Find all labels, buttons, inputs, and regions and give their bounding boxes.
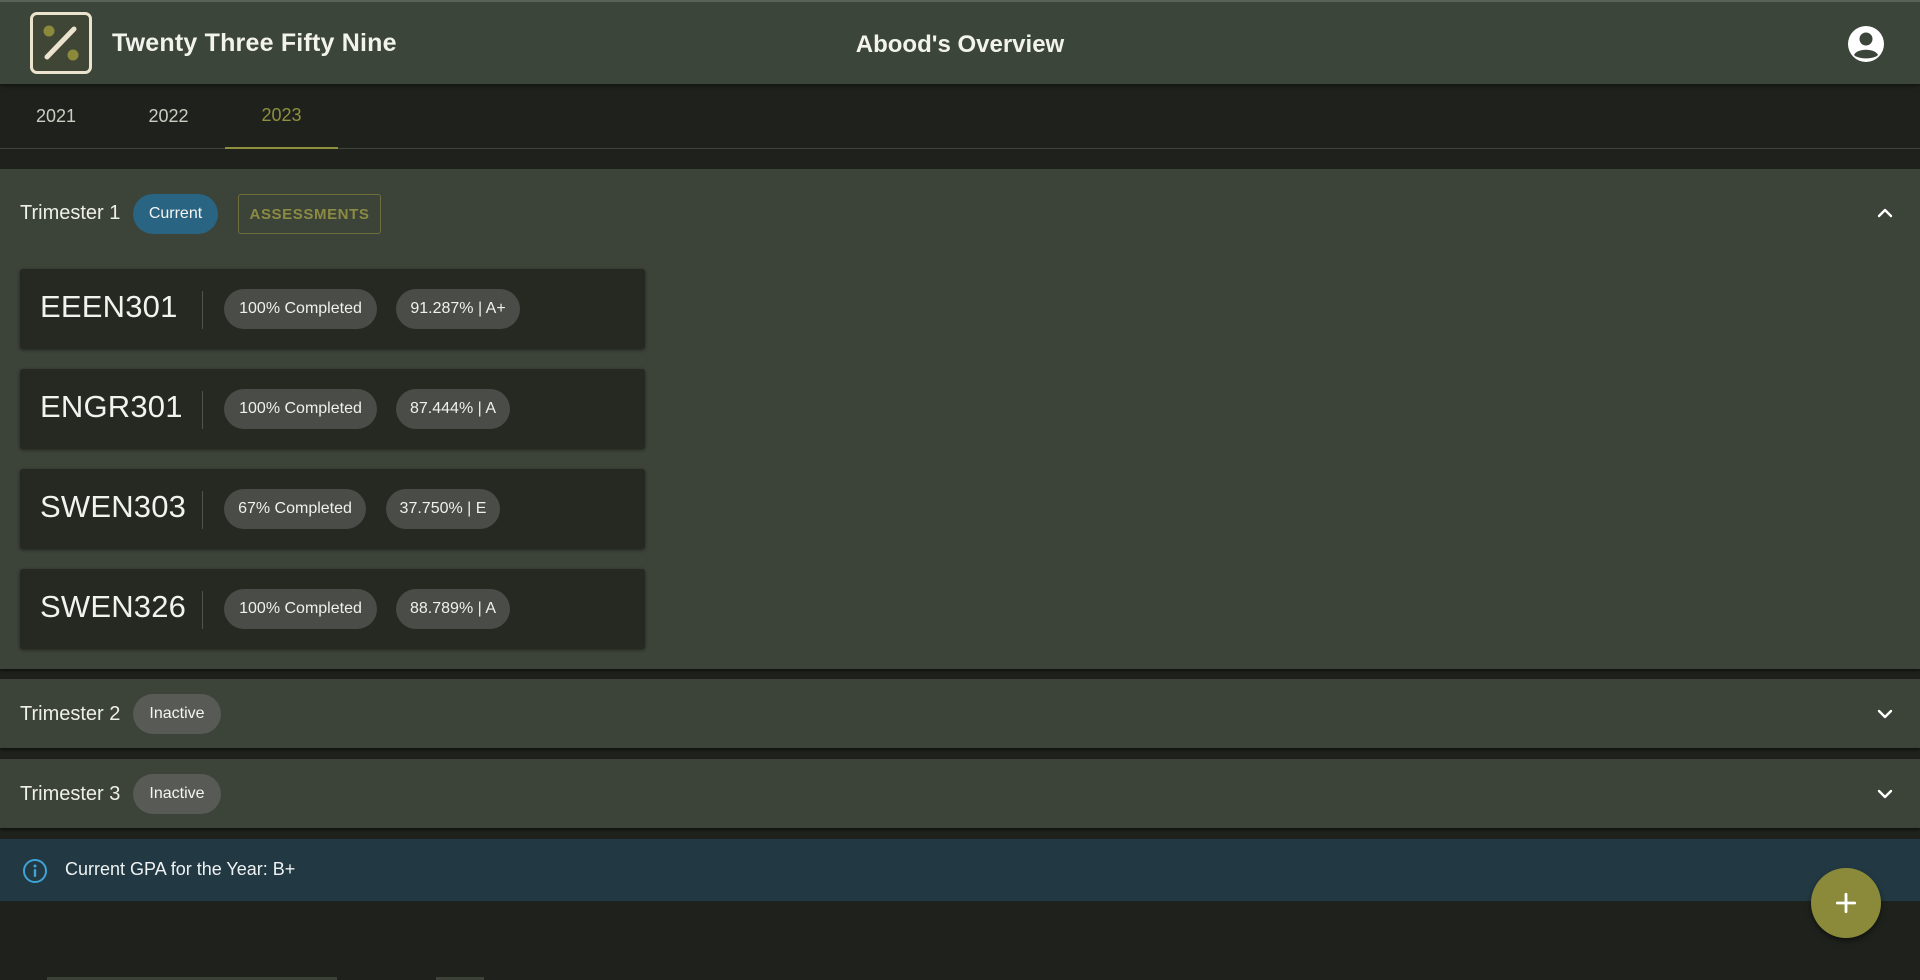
gpa-alert: Current GPA for the Year: B+ [0, 839, 1920, 901]
divider [202, 391, 203, 429]
course-card[interactable]: SWEN303 67% Completed 37.750% | E [20, 469, 645, 549]
tab-2023[interactable]: 2023 [225, 84, 338, 149]
chevron-up-icon[interactable] [1873, 201, 1897, 225]
chevron-down-icon[interactable] [1873, 782, 1897, 806]
completion-pill: 100% Completed [224, 589, 377, 629]
divider [202, 491, 203, 529]
grade-pill: 37.750% | E [386, 489, 500, 529]
trimester-1-panel: Trimester 1 Current ASSESSMENTS EEEN301 … [0, 169, 1920, 669]
grade-pill: 87.444% | A [396, 389, 510, 429]
trimester-label: Trimester 2 [20, 703, 121, 725]
plus-icon [1835, 892, 1857, 914]
course-card[interactable]: SWEN326 100% Completed 88.789% | A [20, 569, 645, 649]
trimester-2-panel[interactable]: Trimester 2 Inactive [0, 679, 1920, 748]
grade-pill: 88.789% | A [396, 589, 510, 629]
gpa-text: Current GPA for the Year: B+ [65, 859, 296, 879]
divider [202, 291, 203, 329]
completion-pill: 100% Completed [224, 389, 377, 429]
divider [202, 591, 203, 629]
trimester-label: Trimester 3 [20, 783, 121, 805]
status-badge: Inactive [133, 774, 221, 814]
completion-pill: 67% Completed [224, 489, 366, 529]
grade-pill: 91.287% | A+ [396, 289, 520, 329]
course-card[interactable]: ENGR301 100% Completed 87.444% | A [20, 369, 645, 449]
add-button[interactable] [1811, 868, 1881, 938]
app-bar: Twenty Three Fifty Nine Abood's Overview [0, 0, 1920, 84]
app-name: Twenty Three Fifty Nine [112, 29, 397, 57]
tab-2021[interactable]: 2021 [0, 84, 112, 148]
assessments-button[interactable]: ASSESSMENTS [238, 194, 381, 234]
info-icon [23, 859, 47, 883]
status-badge: Current [133, 194, 218, 234]
percent-logo-icon[interactable] [30, 12, 92, 74]
year-tabs: 2021 2022 2023 [0, 84, 1920, 149]
trimester-2-header[interactable]: Trimester 2 Inactive [0, 679, 1920, 748]
trimester-3-header[interactable]: Trimester 3 Inactive [0, 759, 1920, 828]
status-badge: Inactive [133, 694, 221, 734]
course-card[interactable]: EEEN301 100% Completed 91.287% | A+ [20, 269, 645, 349]
course-code: EEEN301 [40, 289, 178, 324]
course-code: SWEN326 [40, 589, 187, 624]
course-code: SWEN303 [40, 489, 187, 524]
trimester-3-panel[interactable]: Trimester 3 Inactive [0, 759, 1920, 828]
chevron-down-icon[interactable] [1873, 702, 1897, 726]
trimester-label: Trimester 1 [20, 202, 121, 224]
trimester-1-header[interactable]: Trimester 1 Current ASSESSMENTS [0, 169, 1920, 257]
account-circle-icon[interactable] [1846, 24, 1886, 64]
course-code: ENGR301 [40, 389, 183, 424]
completion-pill: 100% Completed [224, 289, 377, 329]
tab-2022[interactable]: 2022 [112, 84, 225, 148]
